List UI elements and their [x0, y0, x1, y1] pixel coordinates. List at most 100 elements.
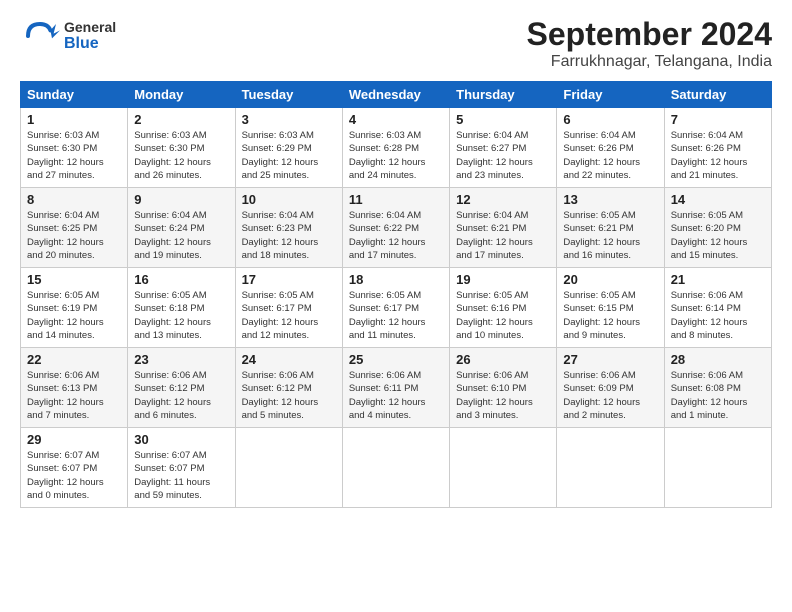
table-row: [664, 428, 771, 508]
day-info: Sunrise: 6:05 AM Sunset: 6:16 PM Dayligh…: [456, 289, 550, 342]
calendar-week-2: 15 Sunrise: 6:05 AM Sunset: 6:19 PM Dayl…: [21, 268, 772, 348]
day-number: 17: [242, 272, 336, 287]
col-wednesday: Wednesday: [342, 82, 449, 108]
table-row: 29 Sunrise: 6:07 AM Sunset: 6:07 PM Dayl…: [21, 428, 128, 508]
table-row: 30 Sunrise: 6:07 AM Sunset: 6:07 PM Dayl…: [128, 428, 235, 508]
table-row: 18 Sunrise: 6:05 AM Sunset: 6:17 PM Dayl…: [342, 268, 449, 348]
day-number: 9: [134, 192, 228, 207]
table-row: [557, 428, 664, 508]
table-row: 19 Sunrise: 6:05 AM Sunset: 6:16 PM Dayl…: [450, 268, 557, 348]
table-row: 8 Sunrise: 6:04 AM Sunset: 6:25 PM Dayli…: [21, 188, 128, 268]
day-number: 15: [27, 272, 121, 287]
day-info: Sunrise: 6:03 AM Sunset: 6:28 PM Dayligh…: [349, 129, 443, 182]
day-number: 30: [134, 432, 228, 447]
day-info: Sunrise: 6:06 AM Sunset: 6:13 PM Dayligh…: [27, 369, 121, 422]
day-info: Sunrise: 6:03 AM Sunset: 6:30 PM Dayligh…: [134, 129, 228, 182]
day-number: 14: [671, 192, 765, 207]
col-sunday: Sunday: [21, 82, 128, 108]
table-row: 3 Sunrise: 6:03 AM Sunset: 6:29 PM Dayli…: [235, 108, 342, 188]
table-row: 24 Sunrise: 6:06 AM Sunset: 6:12 PM Dayl…: [235, 348, 342, 428]
day-number: 2: [134, 112, 228, 127]
logo: General Blue: [20, 16, 116, 56]
day-info: Sunrise: 6:04 AM Sunset: 6:26 PM Dayligh…: [671, 129, 765, 182]
day-number: 18: [349, 272, 443, 287]
day-info: Sunrise: 6:04 AM Sunset: 6:25 PM Dayligh…: [27, 209, 121, 262]
table-row: [235, 428, 342, 508]
col-friday: Friday: [557, 82, 664, 108]
table-row: 13 Sunrise: 6:05 AM Sunset: 6:21 PM Dayl…: [557, 188, 664, 268]
table-row: 6 Sunrise: 6:04 AM Sunset: 6:26 PM Dayli…: [557, 108, 664, 188]
logo-text: General Blue: [64, 20, 116, 53]
day-info: Sunrise: 6:05 AM Sunset: 6:18 PM Dayligh…: [134, 289, 228, 342]
day-info: Sunrise: 6:06 AM Sunset: 6:08 PM Dayligh…: [671, 369, 765, 422]
table-row: 27 Sunrise: 6:06 AM Sunset: 6:09 PM Dayl…: [557, 348, 664, 428]
location-title: Farrukhnagar, Telangana, India: [527, 53, 772, 71]
table-row: 23 Sunrise: 6:06 AM Sunset: 6:12 PM Dayl…: [128, 348, 235, 428]
table-row: [450, 428, 557, 508]
day-number: 20: [563, 272, 657, 287]
table-row: 14 Sunrise: 6:05 AM Sunset: 6:20 PM Dayl…: [664, 188, 771, 268]
day-info: Sunrise: 6:04 AM Sunset: 6:26 PM Dayligh…: [563, 129, 657, 182]
table-row: 16 Sunrise: 6:05 AM Sunset: 6:18 PM Dayl…: [128, 268, 235, 348]
month-title: September 2024: [527, 16, 772, 53]
day-info: Sunrise: 6:05 AM Sunset: 6:15 PM Dayligh…: [563, 289, 657, 342]
day-info: Sunrise: 6:06 AM Sunset: 6:10 PM Dayligh…: [456, 369, 550, 422]
calendar-week-4: 29 Sunrise: 6:07 AM Sunset: 6:07 PM Dayl…: [21, 428, 772, 508]
col-tuesday: Tuesday: [235, 82, 342, 108]
table-row: [342, 428, 449, 508]
day-info: Sunrise: 6:06 AM Sunset: 6:12 PM Dayligh…: [134, 369, 228, 422]
header-row: Sunday Monday Tuesday Wednesday Thursday…: [21, 82, 772, 108]
day-number: 19: [456, 272, 550, 287]
day-number: 21: [671, 272, 765, 287]
day-info: Sunrise: 6:05 AM Sunset: 6:17 PM Dayligh…: [349, 289, 443, 342]
logo-general: General: [64, 20, 116, 35]
day-number: 11: [349, 192, 443, 207]
logo-icon: [20, 16, 60, 56]
day-number: 7: [671, 112, 765, 127]
table-row: 15 Sunrise: 6:05 AM Sunset: 6:19 PM Dayl…: [21, 268, 128, 348]
day-number: 1: [27, 112, 121, 127]
day-number: 12: [456, 192, 550, 207]
calendar-week-1: 8 Sunrise: 6:04 AM Sunset: 6:25 PM Dayli…: [21, 188, 772, 268]
col-thursday: Thursday: [450, 82, 557, 108]
table-row: 20 Sunrise: 6:05 AM Sunset: 6:15 PM Dayl…: [557, 268, 664, 348]
day-number: 29: [27, 432, 121, 447]
title-section: September 2024 Farrukhnagar, Telangana, …: [527, 16, 772, 71]
day-info: Sunrise: 6:06 AM Sunset: 6:09 PM Dayligh…: [563, 369, 657, 422]
day-number: 27: [563, 352, 657, 367]
day-info: Sunrise: 6:07 AM Sunset: 6:07 PM Dayligh…: [134, 449, 228, 502]
table-row: 26 Sunrise: 6:06 AM Sunset: 6:10 PM Dayl…: [450, 348, 557, 428]
day-info: Sunrise: 6:03 AM Sunset: 6:30 PM Dayligh…: [27, 129, 121, 182]
table-row: 5 Sunrise: 6:04 AM Sunset: 6:27 PM Dayli…: [450, 108, 557, 188]
day-info: Sunrise: 6:03 AM Sunset: 6:29 PM Dayligh…: [242, 129, 336, 182]
table-row: 22 Sunrise: 6:06 AM Sunset: 6:13 PM Dayl…: [21, 348, 128, 428]
table-row: 1 Sunrise: 6:03 AM Sunset: 6:30 PM Dayli…: [21, 108, 128, 188]
day-info: Sunrise: 6:04 AM Sunset: 6:21 PM Dayligh…: [456, 209, 550, 262]
table-row: 17 Sunrise: 6:05 AM Sunset: 6:17 PM Dayl…: [235, 268, 342, 348]
day-info: Sunrise: 6:05 AM Sunset: 6:17 PM Dayligh…: [242, 289, 336, 342]
table-row: 9 Sunrise: 6:04 AM Sunset: 6:24 PM Dayli…: [128, 188, 235, 268]
logo-blue: Blue: [64, 35, 116, 53]
day-number: 24: [242, 352, 336, 367]
calendar-week-3: 22 Sunrise: 6:06 AM Sunset: 6:13 PM Dayl…: [21, 348, 772, 428]
day-info: Sunrise: 6:04 AM Sunset: 6:23 PM Dayligh…: [242, 209, 336, 262]
page: General Blue September 2024 Farrukhnagar…: [0, 0, 792, 518]
table-row: 7 Sunrise: 6:04 AM Sunset: 6:26 PM Dayli…: [664, 108, 771, 188]
day-number: 23: [134, 352, 228, 367]
day-info: Sunrise: 6:07 AM Sunset: 6:07 PM Dayligh…: [27, 449, 121, 502]
day-number: 6: [563, 112, 657, 127]
table-row: 2 Sunrise: 6:03 AM Sunset: 6:30 PM Dayli…: [128, 108, 235, 188]
day-number: 4: [349, 112, 443, 127]
day-number: 25: [349, 352, 443, 367]
day-info: Sunrise: 6:06 AM Sunset: 6:11 PM Dayligh…: [349, 369, 443, 422]
day-number: 10: [242, 192, 336, 207]
day-number: 5: [456, 112, 550, 127]
table-row: 21 Sunrise: 6:06 AM Sunset: 6:14 PM Dayl…: [664, 268, 771, 348]
table-row: 25 Sunrise: 6:06 AM Sunset: 6:11 PM Dayl…: [342, 348, 449, 428]
table-row: 28 Sunrise: 6:06 AM Sunset: 6:08 PM Dayl…: [664, 348, 771, 428]
calendar-week-0: 1 Sunrise: 6:03 AM Sunset: 6:30 PM Dayli…: [21, 108, 772, 188]
day-number: 3: [242, 112, 336, 127]
day-info: Sunrise: 6:04 AM Sunset: 6:22 PM Dayligh…: [349, 209, 443, 262]
day-number: 28: [671, 352, 765, 367]
calendar-table: Sunday Monday Tuesday Wednesday Thursday…: [20, 81, 772, 508]
